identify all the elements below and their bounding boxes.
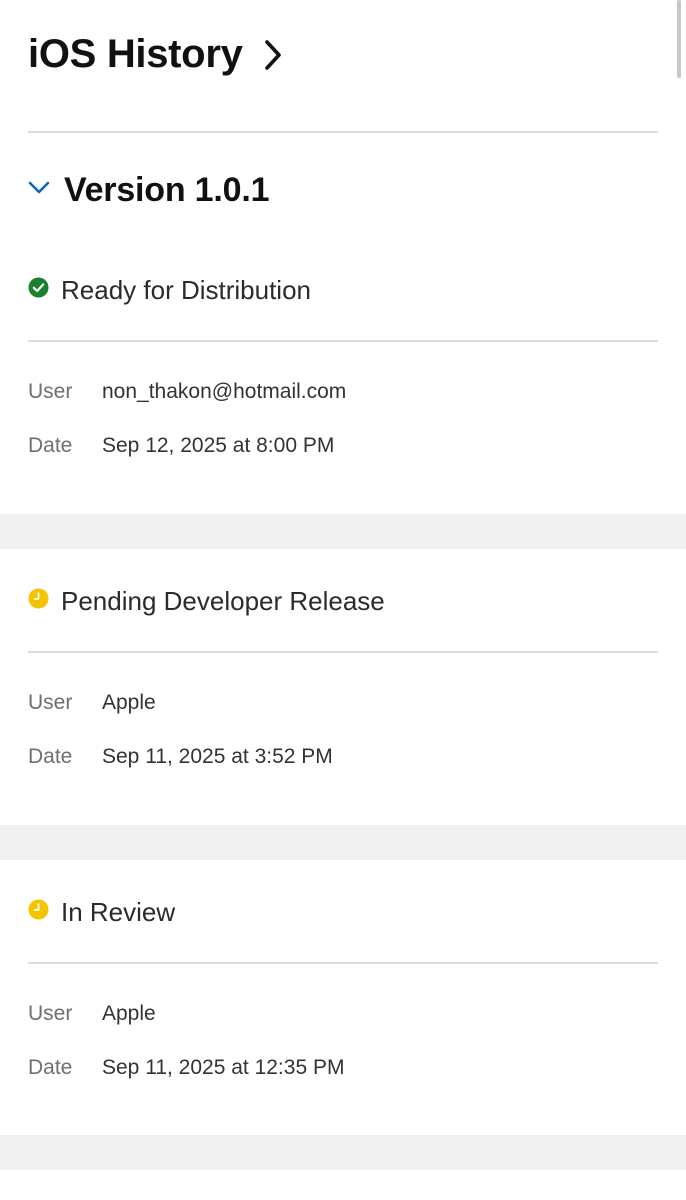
date-value: Sep 11, 2025 at 3:52 PM xyxy=(102,745,333,768)
divider xyxy=(28,131,658,133)
status-label: Pending Developer Release xyxy=(61,585,385,616)
section-separator xyxy=(0,825,686,860)
date-label: Date xyxy=(28,434,73,457)
date-label: Date xyxy=(28,745,73,768)
date-value: Sep 12, 2025 at 8:00 PM xyxy=(102,434,335,457)
user-value: Apple xyxy=(102,1002,156,1025)
section-separator xyxy=(0,514,686,549)
user-row: User non_thakon@hotmail.com xyxy=(28,377,346,407)
date-row: Date Sep 11, 2025 at 12:35 PM xyxy=(28,1053,344,1083)
scrollbar[interactable] xyxy=(677,0,681,78)
page-title: iOS History xyxy=(28,31,243,76)
status-label: In Review xyxy=(61,896,176,927)
user-label: User xyxy=(28,1002,73,1025)
clock-icon xyxy=(28,588,49,614)
user-value: Apple xyxy=(102,691,156,714)
status-row: Ready for Distribution xyxy=(28,270,311,310)
chevron-down-icon xyxy=(28,181,50,200)
user-label: User xyxy=(28,691,73,714)
user-label: User xyxy=(28,380,73,403)
chevron-right-icon xyxy=(263,39,283,76)
date-value: Sep 11, 2025 at 12:35 PM xyxy=(102,1056,345,1079)
clock-icon xyxy=(28,899,49,925)
date-row: Date Sep 11, 2025 at 3:52 PM xyxy=(28,742,333,772)
user-row: User Apple xyxy=(28,999,156,1029)
date-label: Date xyxy=(28,1056,73,1079)
section-separator xyxy=(0,1135,686,1170)
user-value: non_thakon@hotmail.com xyxy=(102,380,347,403)
user-row: User Apple xyxy=(28,688,156,718)
check-circle-icon xyxy=(28,277,49,303)
divider xyxy=(28,340,658,342)
status-label: Ready for Distribution xyxy=(61,274,311,305)
divider xyxy=(28,962,658,964)
status-row: Pending Developer Release xyxy=(28,581,385,621)
history-header[interactable]: iOS History xyxy=(28,28,283,80)
date-row: Date Sep 12, 2025 at 8:00 PM xyxy=(28,431,334,461)
divider xyxy=(28,651,658,653)
version-disclosure[interactable]: Version 1.0.1 xyxy=(28,168,270,212)
status-row: In Review xyxy=(28,892,175,932)
version-title: Version 1.0.1 xyxy=(64,170,270,209)
